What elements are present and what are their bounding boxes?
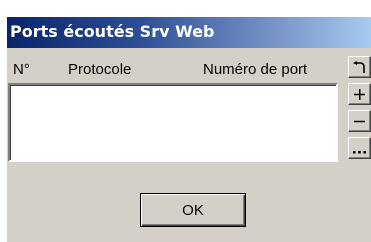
remove-button[interactable] [348, 110, 371, 132]
add-button[interactable] [348, 83, 371, 105]
column-header-number[interactable]: N° [13, 61, 30, 78]
column-header-protocol[interactable]: Protocole [68, 61, 131, 78]
dialog-window: Ports écoutés Srv Web N° Protocole Numér… [7, 17, 371, 242]
minus-icon [354, 120, 365, 122]
dialog-title: Ports écoutés Srv Web [10, 22, 215, 41]
undo-arrow-icon [353, 60, 365, 73]
title-bar[interactable]: Ports écoutés Srv Web [7, 17, 371, 48]
column-header-port-number[interactable]: Numéro de port [203, 61, 307, 78]
ports-list[interactable] [8, 83, 338, 162]
ellipsis-icon [353, 150, 366, 153]
ok-button[interactable]: OK [140, 193, 246, 227]
plus-icon [354, 88, 365, 100]
more-button[interactable] [348, 137, 371, 159]
undo-button[interactable] [348, 56, 371, 78]
